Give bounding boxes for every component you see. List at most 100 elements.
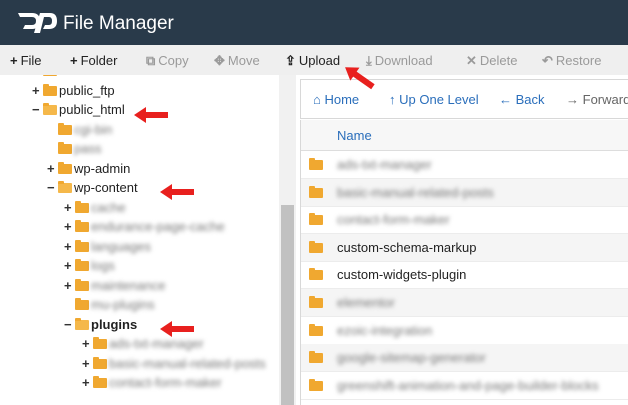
folder-icon bbox=[75, 259, 89, 271]
upload-icon: ⇪ bbox=[285, 53, 296, 68]
table-row[interactable]: basic-manual-related-posts bbox=[301, 178, 628, 207]
move-button[interactable]: ✥ Move bbox=[214, 53, 260, 69]
annotation-arrow-icon bbox=[160, 184, 194, 200]
tree-scrollbar[interactable] bbox=[279, 75, 296, 405]
move-icon: ✥ bbox=[214, 53, 225, 68]
tree-item[interactable]: + ads-txt-manager bbox=[82, 336, 204, 356]
table-row[interactable]: ezoic-integration bbox=[301, 317, 628, 345]
file-name: elementor bbox=[337, 295, 395, 310]
plus-icon: + bbox=[70, 53, 78, 68]
expand-icon[interactable]: + bbox=[82, 375, 93, 390]
folder-icon bbox=[75, 200, 89, 213]
expand-icon[interactable]: + bbox=[64, 258, 75, 273]
tree-item-label: public_ftp bbox=[59, 82, 115, 98]
app-title: File Manager bbox=[63, 13, 174, 34]
tree-item-label: cgi-bin bbox=[74, 121, 113, 137]
delete-icon: ✕ bbox=[466, 53, 477, 68]
tree-item[interactable]: + endurance-page-cache bbox=[64, 219, 225, 239]
expand-icon[interactable]: + bbox=[64, 219, 75, 234]
expand-icon[interactable]: + bbox=[64, 239, 75, 254]
collapse-icon[interactable]: − bbox=[64, 317, 75, 332]
tree-item-label: public_html bbox=[59, 102, 125, 117]
folder-icon bbox=[93, 376, 107, 388]
tree-item[interactable]: + languages bbox=[64, 239, 151, 259]
file-name: ezoic-integration bbox=[337, 322, 433, 338]
restore-icon: ↶ bbox=[542, 53, 553, 68]
folder-icon bbox=[58, 122, 72, 135]
expand-icon[interactable]: + bbox=[64, 278, 75, 293]
expand-icon[interactable]: + bbox=[47, 161, 58, 176]
table-row[interactable]: google-sitemap-generator bbox=[301, 344, 628, 373]
folder-icon bbox=[93, 337, 107, 349]
folder-icon bbox=[75, 298, 89, 310]
name-column-header[interactable]: Name bbox=[337, 128, 372, 143]
tree-item[interactable]: + cache bbox=[64, 200, 126, 220]
tree-item-label: plugins bbox=[91, 316, 138, 332]
tree-item[interactable]: + maintenance bbox=[64, 278, 165, 298]
folder-icon bbox=[58, 161, 72, 174]
up-arrow-icon: ↑ bbox=[389, 92, 396, 107]
tree-item-label: contact-form-maker bbox=[109, 375, 222, 390]
tree-item[interactable]: − public_html bbox=[32, 102, 125, 122]
upload-button[interactable]: ⇪ Upload bbox=[285, 53, 340, 69]
file-name: ads-txt-manager bbox=[337, 157, 432, 172]
plus-icon: + bbox=[10, 53, 18, 68]
tree-item-label: wp-content bbox=[74, 180, 138, 195]
file-name: contact-form-maker bbox=[337, 212, 450, 228]
tree-item[interactable]: − plugins bbox=[64, 317, 137, 337]
expand-icon[interactable]: + bbox=[82, 356, 93, 371]
tree-item-label: mu-plugins bbox=[91, 297, 155, 312]
collapse-icon[interactable]: − bbox=[32, 102, 43, 117]
restore-button[interactable]: ↶ Restore bbox=[542, 53, 601, 69]
new-file-button[interactable]: + File bbox=[10, 53, 42, 68]
file-list-panel: ⌂ Home ↑ Up One Level ← Back → Forward N… bbox=[296, 75, 628, 405]
tree-item[interactable]: + wp-admin bbox=[47, 161, 130, 181]
file-name: google-sitemap-generator bbox=[337, 350, 486, 366]
back-button[interactable]: ← Back bbox=[499, 92, 545, 107]
table-row[interactable]: contact-form-maker bbox=[301, 206, 628, 235]
tree-item[interactable]: + basic-manual-related-posts bbox=[82, 356, 266, 376]
tree-item[interactable]: cgi-bin bbox=[47, 122, 112, 142]
expand-icon[interactable]: + bbox=[32, 75, 43, 78]
folder-icon bbox=[93, 356, 107, 369]
tree-item[interactable]: pass bbox=[47, 141, 101, 161]
app-header: File Manager bbox=[0, 0, 628, 45]
table-row[interactable]: custom-widgets-plugin bbox=[301, 261, 628, 290]
annotation-arrow-icon bbox=[345, 67, 375, 90]
collapse-icon[interactable]: − bbox=[47, 180, 58, 195]
tree-item[interactable]: − wp-content bbox=[47, 180, 138, 200]
forward-arrow-icon: → bbox=[566, 92, 579, 107]
expand-icon[interactable]: + bbox=[32, 83, 43, 98]
copy-button[interactable]: ⧉ Copy bbox=[146, 53, 189, 69]
scrollbar-thumb[interactable] bbox=[281, 205, 294, 405]
directory-tree: + mail + public_ftp − public_html cgi-bin pass +… bbox=[0, 75, 279, 405]
table-row[interactable]: greenshift-animation-and-page-builder-bl… bbox=[301, 372, 628, 400]
folder-icon bbox=[75, 278, 89, 291]
tree-item-label: basic-manual-related-posts bbox=[109, 355, 266, 371]
tree-item[interactable]: + contact-form-maker bbox=[82, 375, 222, 395]
folder-icon bbox=[75, 220, 89, 232]
tree-item[interactable]: + public_ftp bbox=[32, 83, 115, 103]
forward-button[interactable]: → Forward bbox=[566, 92, 628, 107]
delete-button[interactable]: ✕ Delete bbox=[466, 53, 517, 69]
tree-item[interactable]: + logs bbox=[64, 258, 115, 278]
expand-icon[interactable]: + bbox=[82, 336, 93, 351]
new-folder-button[interactable]: + Folder bbox=[70, 53, 117, 68]
folder-icon bbox=[75, 239, 89, 252]
expand-icon[interactable]: + bbox=[64, 200, 75, 215]
tree-item-label: maintenance bbox=[91, 277, 166, 293]
tree-item-label: mail bbox=[59, 75, 83, 78]
folder-icon bbox=[309, 323, 323, 336]
table-row[interactable]: ads-txt-manager bbox=[301, 151, 628, 179]
file-name: basic-manual-related-posts bbox=[337, 184, 494, 200]
folder-icon bbox=[309, 268, 323, 281]
home-button[interactable]: ⌂ Home bbox=[313, 92, 359, 107]
table-row[interactable]: custom-schema-markup bbox=[301, 233, 628, 262]
folder-icon bbox=[43, 83, 57, 96]
folder-icon bbox=[309, 158, 323, 170]
tree-item[interactable]: mu-plugins bbox=[64, 297, 155, 317]
table-row[interactable]: elementor bbox=[301, 289, 628, 317]
folder-icon bbox=[309, 185, 323, 198]
tree-item-label: wp-admin bbox=[74, 160, 131, 176]
up-one-level-button[interactable]: ↑ Up One Level bbox=[389, 92, 479, 107]
